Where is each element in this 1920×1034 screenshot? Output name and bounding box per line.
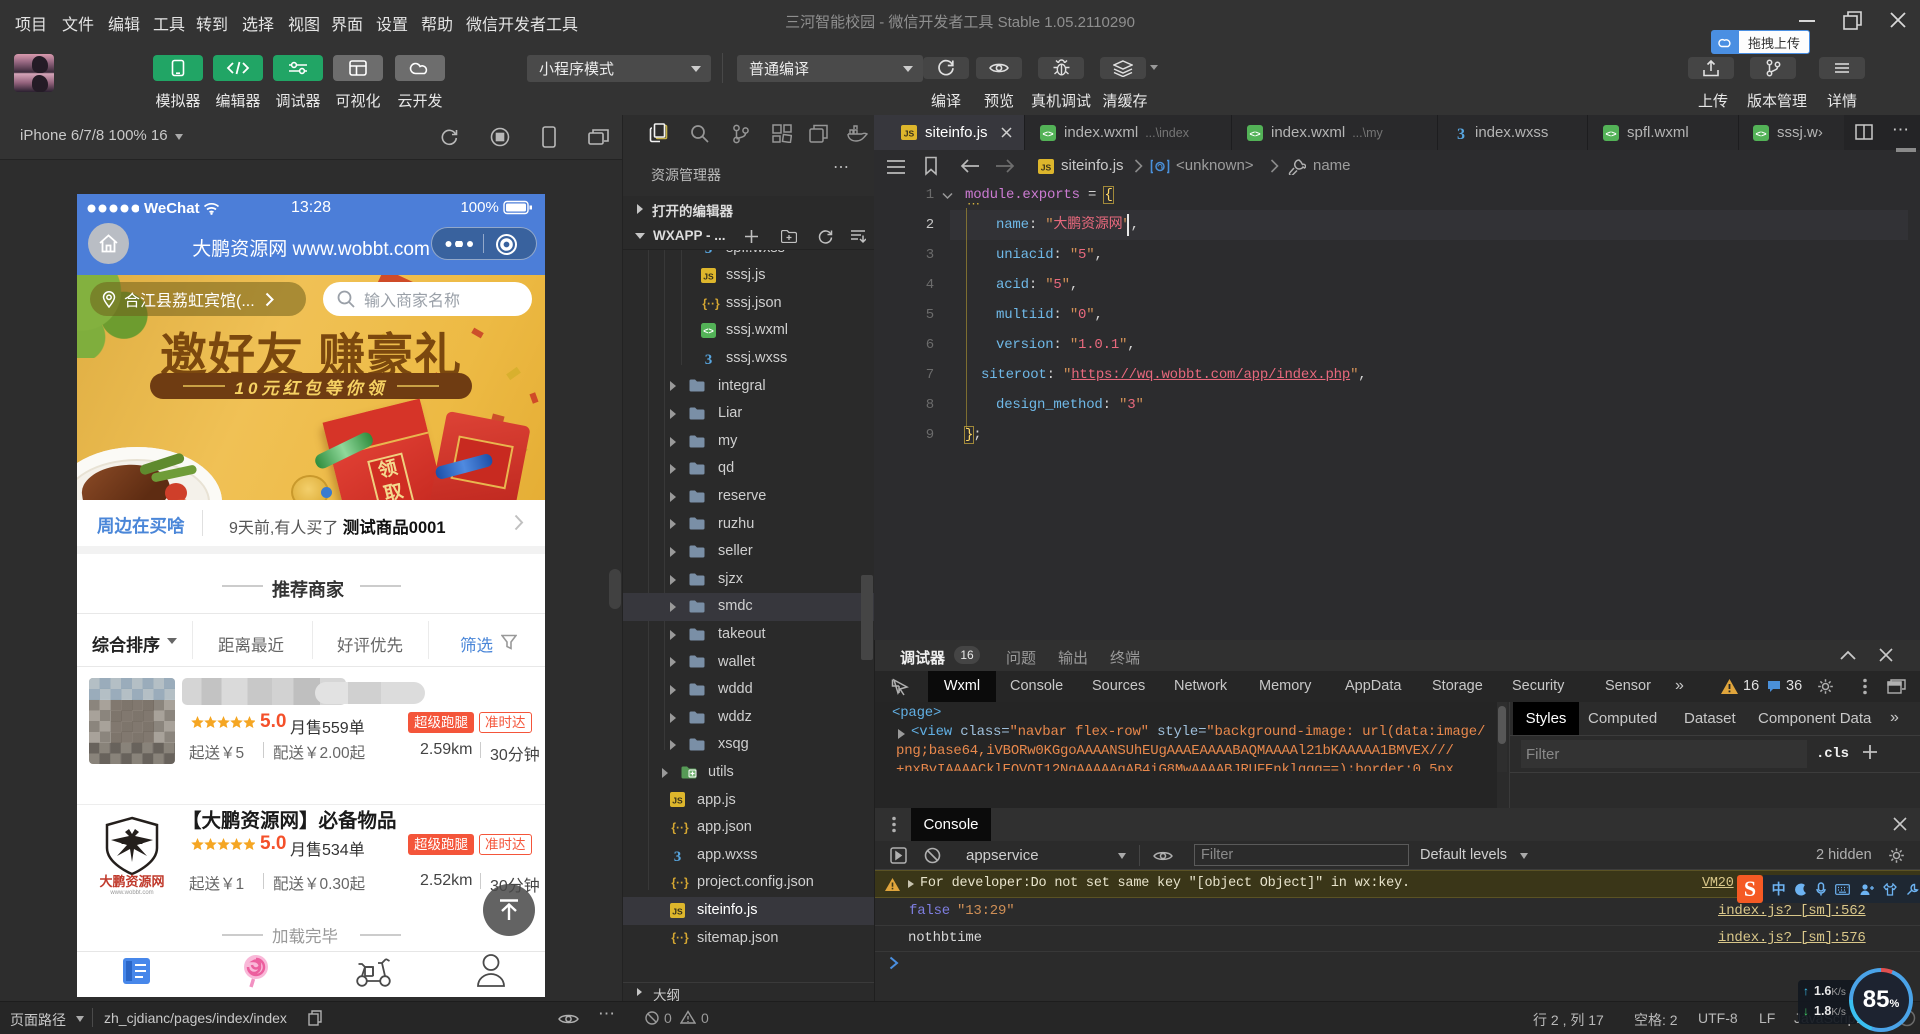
svg-text:www.wobbt.com: www.wobbt.com	[109, 890, 153, 896]
svg-text:{··}: {··}	[702, 296, 720, 310]
svg-text:JS: JS	[672, 906, 683, 916]
svg-text:<>: <>	[1042, 129, 1054, 140]
svg-text:大鹏资源网: 大鹏资源网	[99, 874, 164, 889]
svg-text:JS: JS	[672, 796, 683, 806]
svg-text:{··}: {··}	[671, 820, 689, 834]
svg-text:<>: <>	[1605, 129, 1617, 140]
svg-text:<>: <>	[1249, 129, 1261, 140]
svg-text:3: 3	[705, 352, 713, 366]
svg-text:JS: JS	[904, 129, 915, 139]
svg-text:<>: <>	[703, 326, 714, 336]
svg-text:{··}: {··}	[671, 876, 689, 890]
svg-text:JS: JS	[1041, 163, 1052, 173]
svg-text:3: 3	[1457, 126, 1465, 141]
svg-text:{··}: {··}	[671, 931, 689, 945]
svg-text:<>: <>	[1755, 129, 1767, 140]
svg-text:3: 3	[674, 849, 682, 863]
svg-text:JS: JS	[703, 271, 714, 281]
svg-text:3: 3	[705, 250, 713, 255]
